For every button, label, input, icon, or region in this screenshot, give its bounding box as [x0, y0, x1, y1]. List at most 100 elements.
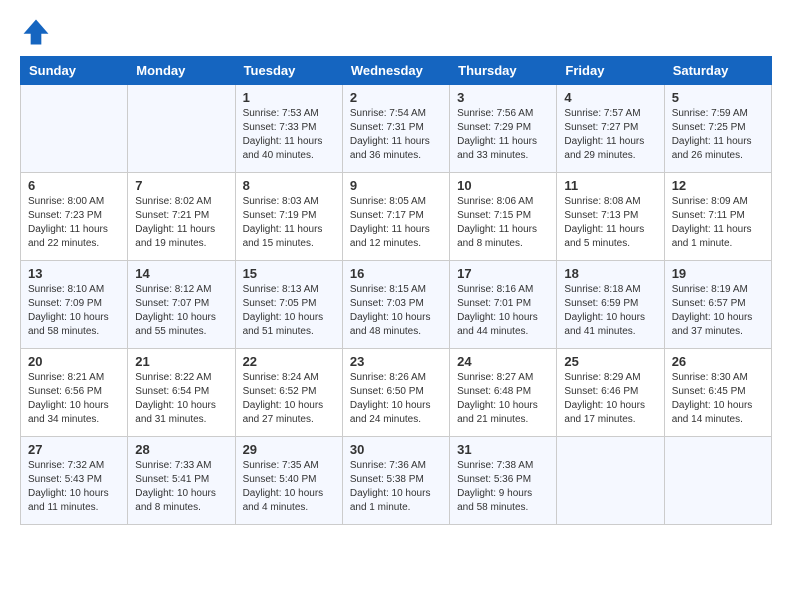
calendar-table: SundayMondayTuesdayWednesdayThursdayFrid…	[20, 56, 772, 525]
calendar-cell: 6 Sunrise: 8:00 AMSunset: 7:23 PMDaylight…	[21, 173, 128, 261]
day-info: Sunrise: 7:53 AMSunset: 7:33 PMDaylight:…	[243, 107, 335, 163]
day-number: 3	[457, 90, 549, 105]
calendar-week-row: 13 Sunrise: 8:10 AMSunset: 7:09 PMDayligh…	[21, 261, 772, 349]
calendar-cell: 18Sunrise: 8:18 AMSunset: 6:59 PMDayligh…	[557, 261, 664, 349]
day-number: 18	[564, 266, 656, 281]
calendar-cell: 27 Sunrise: 7:32 AMSunset: 5:43 PMDayligh…	[21, 437, 128, 525]
day-number: 22	[243, 354, 335, 369]
calendar-cell: 8 Sunrise: 8:03 AMSunset: 7:19 PMDaylight…	[235, 173, 342, 261]
day-number: 12	[672, 178, 764, 193]
day-info: Sunrise: 8:02 AMSunset: 7:21 PMDaylight:…	[135, 195, 227, 251]
calendar-week-row: 27 Sunrise: 7:32 AMSunset: 5:43 PMDayligh…	[21, 437, 772, 525]
calendar-cell	[664, 437, 771, 525]
day-number: 24	[457, 354, 549, 369]
weekday-header-row: SundayMondayTuesdayWednesdayThursdayFrid…	[21, 57, 772, 85]
day-number: 21	[135, 354, 227, 369]
calendar-week-row: 6 Sunrise: 8:00 AMSunset: 7:23 PMDaylight…	[21, 173, 772, 261]
day-info: Sunrise: 8:00 AMSunset: 7:23 PMDaylight:…	[28, 195, 120, 251]
day-number: 17	[457, 266, 549, 281]
day-number: 2	[350, 90, 442, 105]
day-info: Sunrise: 7:54 AMSunset: 7:31 PMDaylight:…	[350, 107, 442, 163]
calendar-cell: 19 Sunrise: 8:19 AMSunset: 6:57 PMDayligh…	[664, 261, 771, 349]
day-number: 28	[135, 442, 227, 457]
day-info: Sunrise: 7:35 AMSunset: 5:40 PMDaylight:…	[243, 459, 335, 515]
day-number: 8	[243, 178, 335, 193]
calendar-cell: 22 Sunrise: 8:24 AMSunset: 6:52 PMDayligh…	[235, 349, 342, 437]
weekday-header: Saturday	[664, 57, 771, 85]
calendar-cell: 11Sunrise: 8:08 AMSunset: 7:13 PMDayligh…	[557, 173, 664, 261]
day-info: Sunrise: 8:24 AMSunset: 6:52 PMDaylight:…	[243, 371, 335, 427]
calendar-cell: 12 Sunrise: 8:09 AMSunset: 7:11 PMDayligh…	[664, 173, 771, 261]
day-info: Sunrise: 8:08 AMSunset: 7:13 PMDaylight:…	[564, 195, 656, 251]
day-info: Sunrise: 8:19 AMSunset: 6:57 PMDaylight:…	[672, 283, 764, 339]
calendar-cell: 17Sunrise: 8:16 AMSunset: 7:01 PMDayligh…	[450, 261, 557, 349]
calendar-cell: 2 Sunrise: 7:54 AMSunset: 7:31 PMDaylight…	[342, 85, 449, 173]
calendar-cell: 13 Sunrise: 8:10 AMSunset: 7:09 PMDayligh…	[21, 261, 128, 349]
calendar-cell: 14 Sunrise: 8:12 AMSunset: 7:07 PMDayligh…	[128, 261, 235, 349]
day-number: 1	[243, 90, 335, 105]
day-info: Sunrise: 7:56 AMSunset: 7:29 PMDaylight:…	[457, 107, 549, 163]
calendar-cell: 30 Sunrise: 7:36 AMSunset: 5:38 PMDayligh…	[342, 437, 449, 525]
calendar-cell: 5Sunrise: 7:59 AMSunset: 7:25 PMDaylight…	[664, 85, 771, 173]
day-number: 27	[28, 442, 120, 457]
day-number: 15	[243, 266, 335, 281]
day-info: Sunrise: 8:21 AMSunset: 6:56 PMDaylight:…	[28, 371, 120, 427]
calendar-cell: 10 Sunrise: 8:06 AMSunset: 7:15 PMDayligh…	[450, 173, 557, 261]
calendar-cell: 9 Sunrise: 8:05 AMSunset: 7:17 PMDaylight…	[342, 173, 449, 261]
day-info: Sunrise: 8:10 AMSunset: 7:09 PMDaylight:…	[28, 283, 120, 339]
day-info: Sunrise: 8:03 AMSunset: 7:19 PMDaylight:…	[243, 195, 335, 251]
calendar-header: SundayMondayTuesdayWednesdayThursdayFrid…	[21, 57, 772, 85]
day-number: 5	[672, 90, 764, 105]
day-info: Sunrise: 8:30 AMSunset: 6:45 PMDaylight:…	[672, 371, 764, 427]
calendar-cell: 16 Sunrise: 8:15 AMSunset: 7:03 PMDayligh…	[342, 261, 449, 349]
day-number: 14	[135, 266, 227, 281]
day-info: Sunrise: 7:38 AMSunset: 5:36 PMDaylight:…	[457, 459, 549, 515]
calendar-cell: 4 Sunrise: 7:57 AMSunset: 7:27 PMDaylight…	[557, 85, 664, 173]
weekday-header: Tuesday	[235, 57, 342, 85]
calendar-cell: 24 Sunrise: 8:27 AMSunset: 6:48 PMDayligh…	[450, 349, 557, 437]
day-info: Sunrise: 7:33 AMSunset: 5:41 PMDaylight:…	[135, 459, 227, 515]
day-info: Sunrise: 7:36 AMSunset: 5:38 PMDaylight:…	[350, 459, 442, 515]
day-number: 10	[457, 178, 549, 193]
day-number: 16	[350, 266, 442, 281]
calendar-cell: 1 Sunrise: 7:53 AMSunset: 7:33 PMDaylight…	[235, 85, 342, 173]
day-info: Sunrise: 8:15 AMSunset: 7:03 PMDaylight:…	[350, 283, 442, 339]
day-number: 6	[28, 178, 120, 193]
calendar-cell: 31Sunrise: 7:38 AMSunset: 5:36 PMDayligh…	[450, 437, 557, 525]
weekday-header: Friday	[557, 57, 664, 85]
day-info: Sunrise: 8:26 AMSunset: 6:50 PMDaylight:…	[350, 371, 442, 427]
calendar-cell: 21 Sunrise: 8:22 AMSunset: 6:54 PMDayligh…	[128, 349, 235, 437]
day-info: Sunrise: 8:12 AMSunset: 7:07 PMDaylight:…	[135, 283, 227, 339]
calendar-cell: 28 Sunrise: 7:33 AMSunset: 5:41 PMDayligh…	[128, 437, 235, 525]
day-number: 26	[672, 354, 764, 369]
day-number: 19	[672, 266, 764, 281]
calendar-wrap: SundayMondayTuesdayWednesdayThursdayFrid…	[0, 56, 792, 535]
calendar-cell	[128, 85, 235, 173]
day-number: 4	[564, 90, 656, 105]
logo	[20, 16, 56, 48]
page-header	[0, 0, 792, 56]
day-info: Sunrise: 8:22 AMSunset: 6:54 PMDaylight:…	[135, 371, 227, 427]
day-info: Sunrise: 8:29 AMSunset: 6:46 PMDaylight:…	[564, 371, 656, 427]
day-number: 25	[564, 354, 656, 369]
day-number: 9	[350, 178, 442, 193]
day-info: Sunrise: 7:32 AMSunset: 5:43 PMDaylight:…	[28, 459, 120, 515]
weekday-header: Monday	[128, 57, 235, 85]
weekday-header: Sunday	[21, 57, 128, 85]
day-number: 30	[350, 442, 442, 457]
day-info: Sunrise: 7:57 AMSunset: 7:27 PMDaylight:…	[564, 107, 656, 163]
day-number: 29	[243, 442, 335, 457]
day-info: Sunrise: 8:09 AMSunset: 7:11 PMDaylight:…	[672, 195, 764, 251]
calendar-cell: 29 Sunrise: 7:35 AMSunset: 5:40 PMDayligh…	[235, 437, 342, 525]
calendar-cell: 20Sunrise: 8:21 AMSunset: 6:56 PMDayligh…	[21, 349, 128, 437]
day-info: Sunrise: 8:06 AMSunset: 7:15 PMDaylight:…	[457, 195, 549, 251]
calendar-cell: 7 Sunrise: 8:02 AMSunset: 7:21 PMDaylight…	[128, 173, 235, 261]
day-number: 7	[135, 178, 227, 193]
calendar-cell: 23 Sunrise: 8:26 AMSunset: 6:50 PMDayligh…	[342, 349, 449, 437]
day-number: 23	[350, 354, 442, 369]
calendar-cell	[557, 437, 664, 525]
day-info: Sunrise: 8:27 AMSunset: 6:48 PMDaylight:…	[457, 371, 549, 427]
day-number: 13	[28, 266, 120, 281]
day-info: Sunrise: 8:05 AMSunset: 7:17 PMDaylight:…	[350, 195, 442, 251]
calendar-body: 1 Sunrise: 7:53 AMSunset: 7:33 PMDaylight…	[21, 85, 772, 525]
